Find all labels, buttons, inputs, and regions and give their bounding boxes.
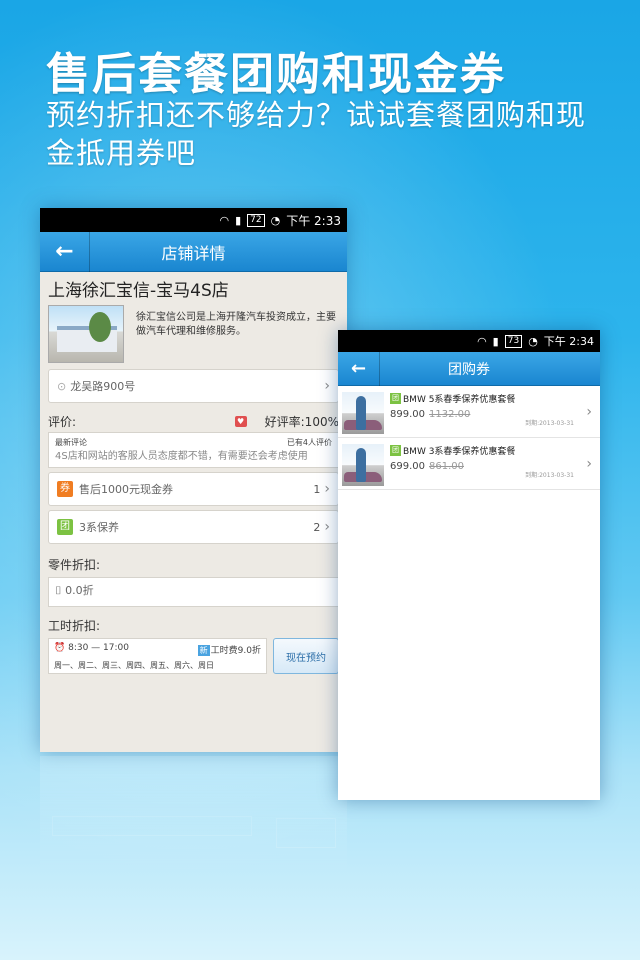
deal-price: 899.00 [390, 409, 425, 420]
group-row[interactable]: 团 3系保养 2 › [48, 510, 339, 544]
group-label: 3系保养 [79, 521, 119, 534]
arrow-left-icon: ← [350, 358, 367, 379]
battery-icon: 73 [504, 334, 523, 348]
chevron-right-icon: › [586, 456, 592, 472]
rating-line: 评价: ♥ 好评率:100% [40, 407, 347, 430]
nav-bar: ← 团购券 [338, 351, 600, 386]
labor-section: ⏰ 8:30 — 17:00 新工时费9.0折 周一、周二、周三、周四、周五、周… [48, 638, 339, 674]
coupon-label: 售后1000元现金券 [79, 483, 173, 496]
deal-expire: 到期:2013-03-31 [525, 472, 574, 479]
review-header: 最新评论 [55, 438, 87, 447]
deal-price: 699.00 [390, 461, 425, 472]
group-badge-icon: 团 [390, 445, 401, 456]
nav-bar: ← 店铺详情 [40, 231, 347, 272]
battery-icon: 72 [247, 213, 265, 227]
deal-title: BMW 3系春季保养优惠套餐 [403, 447, 516, 457]
labor-card: ⏰ 8:30 — 17:00 新工时费9.0折 周一、周二、周三、周四、周五、周… [48, 638, 267, 674]
review-text: 4S店和网站的客服人员态度都不错，有需要还会考虑使用 [55, 451, 308, 462]
status-bar: ◠ ▮ 73 ◔ 下午 2:34 [338, 330, 600, 352]
chevron-right-icon: › [586, 404, 592, 420]
book-now-button[interactable]: 现在预约 [273, 638, 339, 674]
labor-discount: 工时费9.0折 [210, 646, 261, 656]
group-badge-icon: 团 [390, 393, 401, 404]
wifi-icon: ◠ [477, 334, 487, 348]
clock-icon: ◔ [528, 334, 538, 348]
phone-reflection [40, 756, 347, 876]
back-button[interactable]: ← [338, 351, 380, 386]
chevron-right-icon: › [324, 378, 330, 394]
list-item[interactable]: 团 BMW 5系春季保养优惠套餐 899.00 1132.00 到期:2013-03… [338, 386, 600, 438]
clock-icon: ◔ [270, 213, 281, 227]
labor-days: 周一、周二、周三、周四、周五、周六、周日 [54, 661, 214, 670]
list-item[interactable]: 团 BMW 3系春季保养优惠套餐 699.00 861.00 到期:2013-03-… [338, 438, 600, 490]
status-bar: ◠ ▮ 72 ◔ 下午 2:33 [40, 208, 347, 232]
parts-value: 0.0折 [65, 584, 94, 597]
alarm-icon: ⏰ [54, 643, 66, 653]
new-badge: 新 [197, 645, 210, 656]
rating-icon: ♥ [234, 416, 247, 427]
parts-icon: ⌷ [55, 584, 62, 597]
signal-icon: ▮ [235, 213, 242, 227]
status-time: 下午 2:34 [543, 335, 594, 348]
coupon-count: 1 [313, 482, 321, 496]
group-count: 2 [313, 520, 321, 534]
rating-label: 评价: [48, 415, 77, 429]
address-row[interactable]: ⊙ 龙吴路900号 › [48, 369, 339, 403]
promo-title: 售后套餐团购和现金券 [46, 49, 506, 100]
deal-old-price: 861.00 [429, 461, 464, 472]
chevron-right-icon: › [324, 519, 330, 535]
wifi-icon: ◠ [219, 213, 230, 227]
chevron-right-icon: › [324, 481, 330, 497]
group-badge-icon: 团 [57, 519, 73, 535]
deal-old-price: 1132.00 [429, 409, 471, 420]
review-count: 已有4人评价 [286, 438, 332, 447]
arrow-left-icon: ← [55, 239, 74, 264]
groupbuy-screen: ◠ ▮ 73 ◔ 下午 2:34 ← 团购券 团 BMW 5系春季保养优惠套餐 8… [338, 330, 600, 800]
labor-title: 工时折扣: [48, 619, 101, 633]
shop-detail-screen: ◠ ▮ 72 ◔ 下午 2:33 ← 店铺详情 上海徐汇宝信-宝马4S店 徐汇宝… [40, 208, 347, 752]
back-button[interactable]: ← [40, 231, 90, 272]
deal-title: BMW 5系春季保养优惠套餐 [403, 395, 516, 405]
shop-name: 上海徐汇宝信-宝马4S店 [48, 281, 229, 301]
good-rate: 好评率:100% [264, 415, 339, 429]
address-text: 龙吴路900号 [70, 380, 136, 393]
location-pin-icon: ⊙ [57, 379, 67, 393]
shop-info: 徐汇宝信公司是上海开隆汽车投资成立，主要做汽车代理和维修服务。 [40, 303, 347, 365]
deal-thumbnail [342, 444, 384, 486]
parts-title: 零件折扣: [48, 558, 101, 572]
deal-expire: 到期:2013-03-31 [525, 420, 574, 427]
review-card[interactable]: 最新评论 已有4人评价 4S店和网站的客服人员态度都不错，有需要还会考虑使用 [48, 432, 339, 468]
shop-photo[interactable] [48, 305, 124, 363]
coupon-row[interactable]: 券 售后1000元现金券 1 › [48, 472, 339, 506]
status-time: 下午 2:33 [286, 213, 341, 228]
parts-discount: ⌷ 0.0折 [48, 577, 339, 607]
signal-icon: ▮ [492, 334, 499, 348]
labor-hours: 8:30 — 17:00 [68, 643, 129, 653]
promo-subtitle: 预约折扣还不够给力？试试套餐团购和现金抵用券吧 [46, 98, 587, 170]
coupon-badge-icon: 券 [57, 481, 73, 497]
deal-thumbnail [342, 392, 384, 434]
shop-description: 徐汇宝信公司是上海开隆汽车投资成立，主要做汽车代理和维修服务。 [136, 312, 336, 337]
